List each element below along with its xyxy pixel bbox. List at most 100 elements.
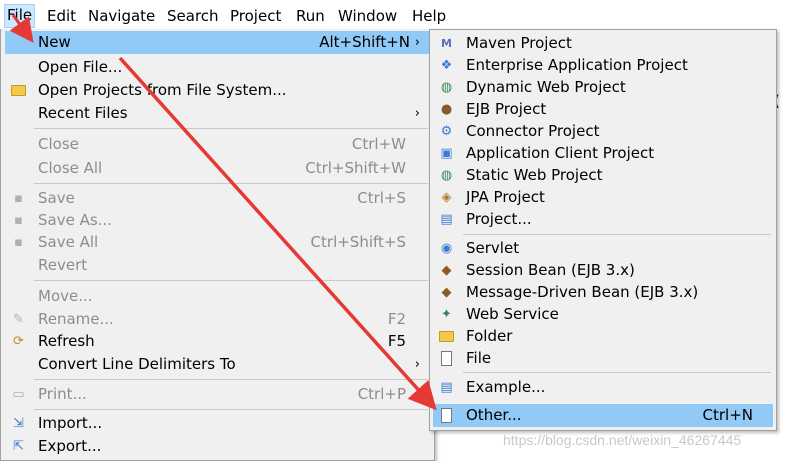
menu-item-close[interactable]: Close Ctrl+W — [5, 133, 430, 156]
menu-item-accelerator: Alt+Shift+N — [319, 33, 410, 51]
print-icon: ▭ — [12, 387, 25, 402]
menu-separator — [34, 128, 428, 129]
menu-item-close-all[interactable]: Close All Ctrl+Shift+W — [5, 157, 430, 180]
menu-item-accelerator: Ctrl+W — [351, 135, 406, 153]
menu-item-servlet[interactable]: ◉ Servlet — [433, 237, 773, 260]
menu-item-export[interactable]: ⇱ Export... — [5, 435, 430, 458]
menu-separator — [34, 379, 428, 380]
menu-item-label: Folder — [466, 327, 513, 345]
menu-item-accelerator: F2 — [387, 310, 406, 328]
menu-item-label: File — [466, 349, 492, 367]
menu-separator — [463, 234, 771, 235]
menu-item-label: Save As... — [38, 211, 112, 229]
menu-item-save[interactable]: ▪ Save Ctrl+S — [5, 187, 430, 210]
menu-item-label: Application Client Project — [466, 144, 655, 162]
menu-item-label: Rename... — [38, 310, 114, 328]
menu-item-label: Servlet — [466, 239, 520, 257]
menu-item-file[interactable]: File — [433, 347, 773, 370]
wizard-icon — [441, 408, 452, 423]
menu-item-other[interactable]: Other... Ctrl+N — [433, 404, 773, 427]
menu-item-label: Close — [38, 135, 79, 153]
menu-item-folder[interactable]: Folder — [433, 325, 773, 348]
folder-icon — [439, 331, 454, 342]
menu-item-open-projects[interactable]: Open Projects from File System... — [5, 79, 430, 102]
menu-item-jpa-project[interactable]: ◈ JPA Project — [433, 186, 773, 209]
menu-run[interactable]: Run — [294, 5, 327, 27]
app-client-project-icon: ▣ — [440, 146, 453, 161]
example-icon: ▤ — [440, 380, 453, 395]
menu-item-label: Message-Driven Bean (EJB 3.x) — [466, 283, 699, 301]
menu-item-print[interactable]: ▭ Print... Ctrl+P — [5, 383, 430, 406]
menu-item-label: EJB Project — [466, 100, 547, 118]
file-menu: New Alt+Shift+N › Open File... Open Proj… — [0, 29, 435, 461]
project-icon: ▤ — [440, 212, 453, 227]
menu-item-save-as[interactable]: ▪ Save As... — [5, 209, 430, 232]
menu-item-application-client-project[interactable]: ▣ Application Client Project — [433, 142, 773, 165]
menu-item-example[interactable]: ▤ Example... — [433, 376, 773, 399]
web-service-icon: ✦ — [441, 307, 452, 322]
menu-file[interactable]: File — [4, 4, 36, 28]
menu-item-new[interactable]: New Alt+Shift+N › — [5, 31, 430, 54]
menu-item-message-driven-bean[interactable]: ◆ Message-Driven Bean (EJB 3.x) — [433, 281, 773, 304]
save-icon: ▪ — [14, 191, 23, 206]
menu-item-accelerator: Ctrl+Shift+W — [305, 159, 406, 177]
menu-item-label: Export... — [38, 437, 102, 455]
menu-item-convert-line-delimiters[interactable]: Convert Line Delimiters To › — [5, 353, 430, 376]
menu-item-move[interactable]: Move... — [5, 285, 430, 308]
menu-item-refresh[interactable]: ⟳ Refresh F5 — [5, 330, 430, 353]
menu-item-accelerator: Ctrl+S — [357, 189, 406, 207]
menu-item-label: JPA Project — [466, 188, 545, 206]
menu-item-label: Enterprise Application Project — [466, 56, 688, 74]
menu-item-recent-files[interactable]: Recent Files › — [5, 102, 430, 125]
static-web-project-icon: ◍ — [440, 168, 453, 183]
menu-navigate[interactable]: Navigate — [86, 5, 157, 27]
jpa-project-icon: ◈ — [441, 190, 452, 205]
menu-item-label: Save All — [38, 233, 99, 251]
menu-item-label: Revert — [38, 256, 88, 274]
menu-item-label: Dynamic Web Project — [466, 78, 626, 96]
menu-item-save-all[interactable]: ▪ Save All Ctrl+Shift+S — [5, 231, 430, 254]
maven-icon: M — [441, 37, 452, 50]
menu-item-static-web-project[interactable]: ◍ Static Web Project — [433, 164, 773, 187]
menu-item-import[interactable]: ⇲ Import... — [5, 412, 430, 435]
menu-item-maven-project[interactable]: M Maven Project — [433, 32, 773, 55]
save-as-icon: ▪ — [14, 213, 23, 228]
file-icon — [441, 351, 452, 366]
ejb-project-icon: ● — [440, 102, 453, 117]
folder-icon — [11, 85, 26, 96]
menu-item-label: New — [38, 33, 71, 51]
menu-item-accelerator: Ctrl+P — [357, 385, 406, 403]
menu-item-label: Other... — [466, 406, 522, 424]
menu-item-label: Maven Project — [466, 34, 572, 52]
menu-item-enterprise-application-project[interactable]: ❖ Enterprise Application Project — [433, 54, 773, 77]
refresh-icon: ⟳ — [13, 334, 24, 349]
watermark: https://blog.csdn.net/weixin_46267445 — [503, 432, 742, 448]
menu-separator — [34, 409, 428, 410]
menu-item-label: Session Bean (EJB 3.x) — [466, 261, 635, 279]
connector-project-icon: ⚙ — [440, 124, 453, 139]
menu-edit[interactable]: Edit — [45, 5, 78, 27]
submenu-arrow-icon: › — [414, 35, 420, 50]
menu-item-ejb-project[interactable]: ● EJB Project — [433, 98, 773, 121]
menu-item-label: Convert Line Delimiters To — [38, 355, 236, 373]
menu-separator — [34, 183, 428, 184]
menu-item-session-bean[interactable]: ◆ Session Bean (EJB 3.x) — [433, 259, 773, 282]
menu-item-connector-project[interactable]: ⚙ Connector Project — [433, 120, 773, 143]
menu-item-open-file[interactable]: Open File... — [5, 56, 430, 79]
menu-item-dynamic-web-project[interactable]: ◍ Dynamic Web Project — [433, 76, 773, 99]
menu-help[interactable]: Help — [410, 5, 448, 27]
menu-item-project[interactable]: ▤ Project... — [433, 208, 773, 231]
menu-search[interactable]: Search — [165, 5, 221, 27]
menu-bar: File Edit Navigate Search Project Run Wi… — [0, 0, 785, 31]
menu-project[interactable]: Project — [228, 5, 283, 27]
submenu-arrow-icon: › — [414, 357, 420, 372]
menu-item-revert[interactable]: Revert — [5, 254, 430, 277]
menu-item-label: Connector Project — [466, 122, 600, 140]
save-all-icon: ▪ — [14, 235, 23, 250]
menu-item-label: Close All — [38, 159, 103, 177]
menu-item-web-service[interactable]: ✦ Web Service — [433, 303, 773, 326]
menu-item-label: Static Web Project — [466, 166, 603, 184]
menu-item-rename[interactable]: ✎ Rename... F2 — [5, 308, 430, 331]
menu-window[interactable]: Window — [336, 5, 399, 27]
import-icon: ⇲ — [13, 416, 24, 431]
